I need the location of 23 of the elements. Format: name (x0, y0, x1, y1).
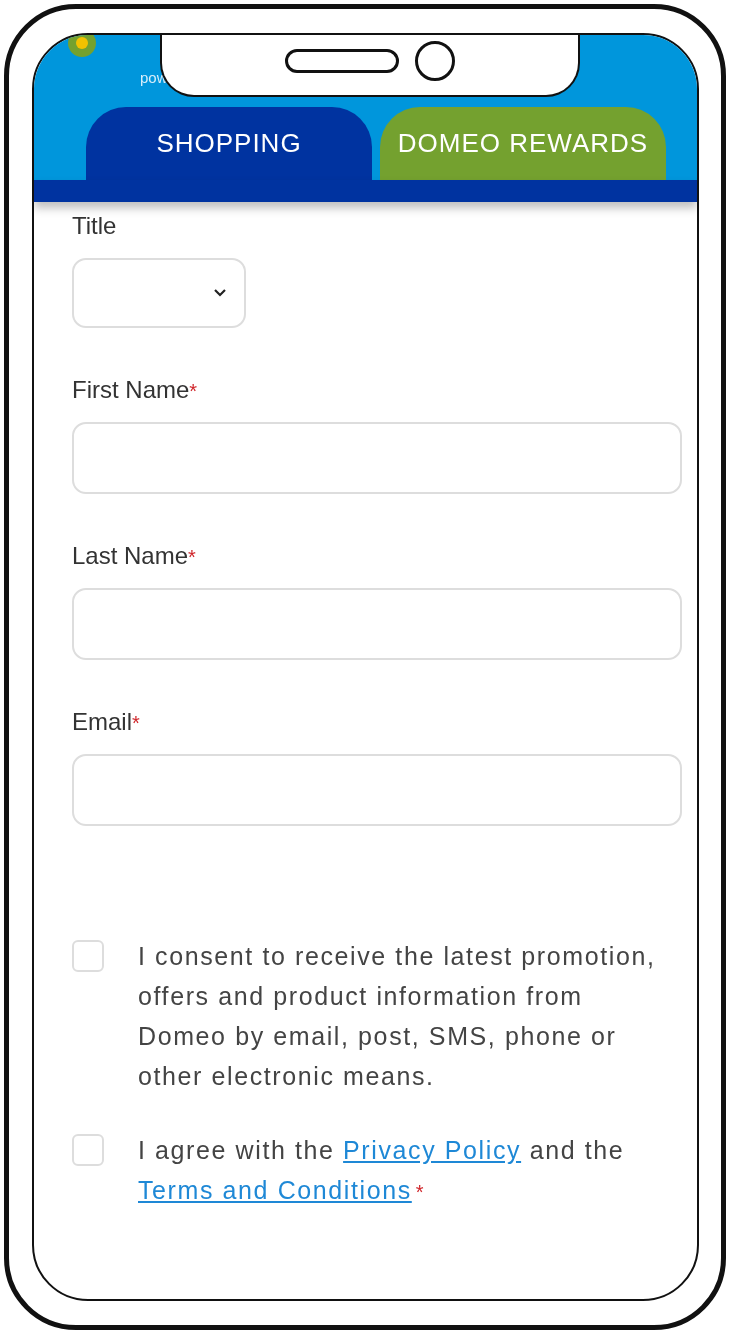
link[interactable]: Terms and Conditions (138, 1176, 412, 1204)
camera-icon (415, 41, 455, 81)
tab[interactable]: DOMEO REWARDS (380, 107, 666, 180)
required-mark: * (189, 380, 198, 402)
field-label: Title (72, 212, 117, 239)
field-label: First Name (72, 376, 190, 403)
field-label: Last Name (72, 542, 189, 569)
required-mark: * (415, 1181, 426, 1203)
required-mark: * (132, 712, 140, 734)
tab[interactable]: SHOPPING (86, 107, 372, 180)
speaker-icon (285, 49, 399, 73)
link[interactable]: Privacy Policy (343, 1136, 522, 1164)
required-mark: * (188, 546, 196, 568)
checkbox[interactable] (72, 1134, 104, 1166)
input-field[interactable] (72, 588, 682, 660)
title-select[interactable] (72, 258, 246, 328)
consent-text: I consent to receive the latest promotion, offers and product information from Domeo by email, post, SMS, phone or other electronic means. (138, 941, 657, 1092)
checkbox[interactable] (72, 940, 104, 972)
input-field[interactable] (72, 754, 682, 826)
input-field[interactable] (72, 422, 682, 494)
chevron-down-icon (214, 289, 226, 297)
consent-text: I agree with the Privacy Policy and the Terms and Conditions * (138, 1135, 626, 1206)
field-label: Email (72, 708, 132, 735)
